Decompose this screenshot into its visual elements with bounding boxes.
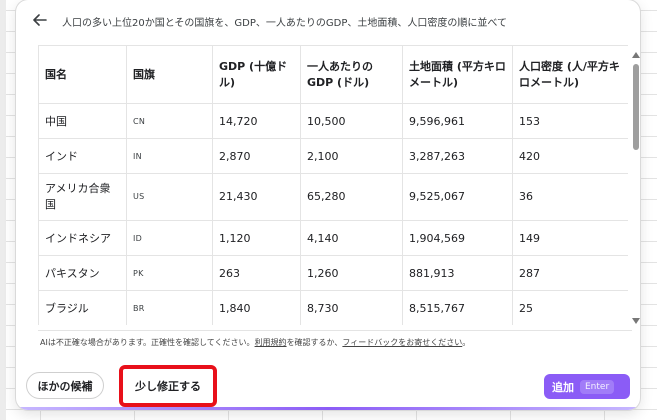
cell-gdp: 2,870	[212, 138, 301, 174]
cell-land-area: 1,904,569	[402, 220, 513, 256]
cell-gdp: 1,840	[212, 290, 301, 325]
cell-gdp-per-capita: 10,500	[300, 103, 403, 139]
cell-country: パキスタン	[38, 255, 127, 291]
cell-density: 287	[512, 255, 628, 291]
cell-gdp: 263	[212, 255, 301, 291]
column-header: 土地面積 (平方キロメートル)	[402, 45, 513, 104]
enter-shortcut-badge: Enter	[580, 379, 615, 394]
column-header: 国名	[38, 45, 127, 104]
cell-density: 420	[512, 138, 628, 174]
cell-flag: ID	[126, 220, 213, 256]
ai-disclaimer: AIは不正確な場合があります。正確性を確認してください。利用規約を確認するか、フ…	[40, 337, 470, 348]
table-scrollbar[interactable]	[632, 52, 640, 324]
cell-density: 153	[512, 103, 628, 139]
scroll-down-arrow-icon[interactable]	[632, 318, 640, 324]
cell-land-area: 8,515,767	[402, 290, 513, 325]
back-button[interactable]	[28, 8, 52, 32]
cell-gdp-per-capita: 1,260	[300, 255, 403, 291]
scroll-up-arrow-icon[interactable]	[632, 52, 640, 58]
cell-land-area: 3,287,263	[402, 138, 513, 174]
cell-density: 36	[512, 173, 628, 221]
cell-flag: PK	[126, 255, 213, 291]
terms-link[interactable]: 利用規約	[255, 338, 287, 347]
arrow-left-icon	[33, 14, 47, 26]
add-button[interactable]: 追加 Enter	[544, 374, 630, 399]
cell-country: インドネシア	[38, 220, 127, 256]
table-row: 中国 CN 14,720 10,500 9,596,961 153	[38, 103, 628, 139]
cell-country: アメリカ合衆国	[38, 173, 127, 221]
cell-land-area: 9,596,961	[402, 103, 513, 139]
table-row: インド IN 2,870 2,100 3,287,263 420	[38, 138, 628, 174]
cell-land-area: 9,525,067	[402, 173, 513, 221]
cell-gdp-per-capita: 4,140	[300, 220, 403, 256]
cell-gdp-per-capita: 8,730	[300, 290, 403, 325]
left-edge	[0, 0, 6, 420]
column-header: 国旗	[126, 45, 213, 104]
cell-gdp: 21,430	[212, 173, 301, 221]
footer-divider	[38, 330, 632, 331]
cell-flag: US	[126, 173, 213, 221]
ai-table-dialog: 人口の多い上位20か国とその国旗を、GDP、一人あたりのGDP、土地面積、人口密…	[16, 0, 640, 410]
cell-country: ブラジル	[38, 290, 127, 325]
other-candidates-button[interactable]: ほかの候補	[26, 372, 104, 399]
column-header: 一人あたりの GDP (ドル)	[300, 45, 403, 104]
column-header: GDP (十億ドル)	[212, 45, 301, 104]
result-table-container: 国名 国旗 GDP (十億ドル) 一人あたりの GDP (ドル) 土地面積 (平…	[38, 45, 628, 325]
refine-button[interactable]: 少し修正する	[119, 365, 217, 407]
feedback-link[interactable]: フィードバックをお寄せください	[342, 338, 462, 347]
dialog-header: 人口の多い上位20か国とその国旗を、GDP、一人あたりのGDP、土地面積、人口密…	[16, 0, 640, 40]
table-row: ブラジル BR 1,840 8,730 8,515,767 25	[38, 290, 628, 325]
cell-country: インド	[38, 138, 127, 174]
cell-flag: IN	[126, 138, 213, 174]
cell-country: 中国	[38, 103, 127, 139]
scroll-thumb[interactable]	[633, 64, 639, 150]
column-header: 人口密度 (人/平方キロメートル)	[512, 45, 628, 104]
cell-density: 149	[512, 220, 628, 256]
disclaimer-text: を確認するか、	[286, 338, 343, 347]
cell-density: 25	[512, 290, 628, 325]
cell-land-area: 881,913	[402, 255, 513, 291]
table-row: アメリカ合衆国 US 21,430 65,280 9,525,067 36	[38, 173, 628, 221]
disclaimer-text: AIは不正確な場合があります。正確性を確認してください。	[40, 338, 255, 347]
table-row: インドネシア ID 1,120 4,140 1,904,569 149	[38, 220, 628, 256]
cell-gdp: 14,720	[212, 103, 301, 139]
cell-flag: CN	[126, 103, 213, 139]
cell-gdp-per-capita: 2,100	[300, 138, 403, 174]
cell-gdp-per-capita: 65,280	[300, 173, 403, 221]
disclaimer-text: 。	[462, 338, 471, 347]
result-table: 国名 国旗 GDP (十億ドル) 一人あたりの GDP (ドル) 土地面積 (平…	[38, 45, 628, 325]
cell-gdp: 1,120	[212, 220, 301, 256]
table-header-row: 国名 国旗 GDP (十億ドル) 一人あたりの GDP (ドル) 土地面積 (平…	[38, 45, 628, 104]
table-row: パキスタン PK 263 1,260 881,913 287	[38, 255, 628, 291]
cell-flag: BR	[126, 290, 213, 325]
add-button-label: 追加	[552, 380, 574, 394]
prompt-text: 人口の多い上位20か国とその国旗を、GDP、一人あたりのGDP、土地面積、人口密…	[62, 18, 507, 29]
